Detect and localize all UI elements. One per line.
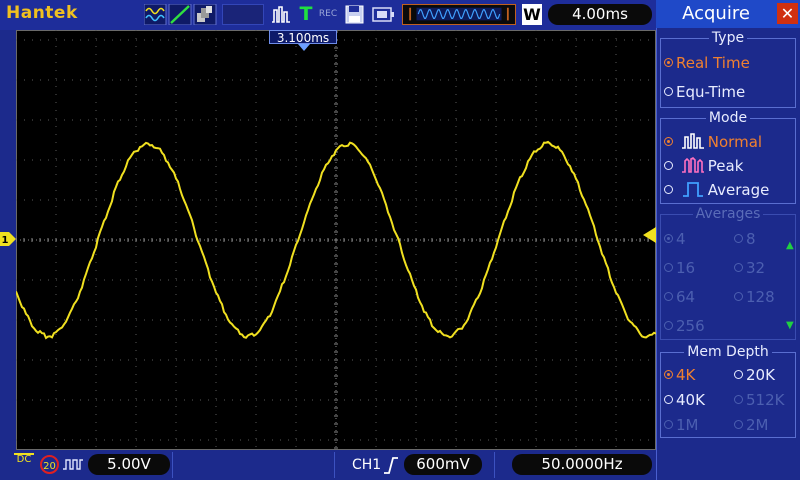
average-acq-icon — [682, 182, 703, 197]
radio-icon — [734, 263, 743, 272]
ch1-marker-label: 1 — [2, 235, 9, 246]
scroll-up-icon[interactable]: ▲ — [786, 240, 794, 251]
radio-icon — [664, 395, 673, 404]
averages-option-64[interactable]: 64 — [664, 288, 695, 306]
radio-icon — [664, 58, 673, 67]
averages-option-256[interactable]: 256 — [664, 317, 705, 335]
radio-icon — [734, 420, 743, 429]
trigger-status-icon: T — [299, 3, 313, 25]
radio-icon — [664, 234, 673, 243]
mode-option-average[interactable]: Average — [664, 180, 769, 199]
radio-icon — [664, 87, 673, 96]
scroll-down-icon[interactable]: ▼ — [786, 320, 794, 331]
trigger-position-marker-icon[interactable] — [298, 44, 310, 51]
averages-option-4[interactable]: 4 — [664, 230, 686, 248]
divider — [172, 452, 173, 478]
graticule-grid — [15, 30, 657, 450]
trigger-level-marker-icon[interactable] — [643, 227, 656, 243]
trigger-level-readout[interactable]: 600mV — [404, 454, 482, 475]
radio-icon — [664, 137, 673, 146]
record-icon[interactable]: REC — [318, 4, 338, 25]
mem-option-4k[interactable]: 4K — [664, 366, 695, 384]
normal-acq-icon — [681, 133, 704, 149]
waveform-canvas — [15, 30, 657, 450]
brand-logo: Hantek — [6, 3, 78, 23]
close-button[interactable]: ✕ — [777, 3, 798, 24]
rising-edge-icon — [384, 457, 398, 474]
mem-depth-group-title: Mem Depth — [660, 344, 796, 360]
usb-connection-icon — [372, 7, 394, 22]
averages-group-title: Averages — [660, 206, 796, 222]
bandwidth-limit-badge: 20 — [40, 455, 59, 474]
radio-icon — [734, 234, 743, 243]
save-disk-icon[interactable] — [344, 4, 366, 25]
type-option-equ-time[interactable]: Equ-Time — [664, 83, 745, 101]
waveform-display — [15, 30, 657, 450]
mem-option-2m[interactable]: 2M — [734, 416, 769, 434]
probe-pulse-icon — [63, 459, 83, 470]
timebase-readout[interactable]: 4.00ms — [548, 4, 652, 25]
divider — [334, 452, 335, 478]
trigger-position-readout[interactable]: 3.100ms — [269, 30, 337, 45]
type-option-real-time[interactable]: Real Time — [664, 54, 750, 72]
coupling-label: DC — [16, 454, 32, 465]
radio-icon — [664, 420, 673, 429]
ch1-ground-marker-icon[interactable]: 1 — [0, 232, 16, 246]
radio-icon — [734, 370, 743, 379]
radio-icon — [664, 370, 673, 379]
radio-icon — [664, 185, 673, 194]
radio-icon — [664, 321, 673, 330]
radio-icon — [664, 263, 673, 272]
mem-option-512k[interactable]: 512K — [734, 391, 784, 409]
mode-option-normal[interactable]: Normal — [664, 132, 762, 151]
radio-icon — [734, 395, 743, 404]
ch1-volts-per-div[interactable]: 5.00V — [88, 454, 170, 475]
mem-option-1m[interactable]: 1M — [664, 416, 699, 434]
panel-title: Acquire — [682, 3, 750, 24]
radio-icon — [734, 292, 743, 301]
radio-icon — [664, 161, 673, 170]
trigger-source-label: CH1 — [352, 457, 382, 473]
window-zoom-button[interactable]: W — [522, 4, 542, 25]
type-group-title: Type — [660, 30, 796, 46]
radio-icon — [664, 292, 673, 301]
divider — [494, 452, 495, 478]
averages-option-128[interactable]: 128 — [734, 288, 775, 306]
peak-acq-icon — [681, 157, 704, 173]
mode-group-title: Mode — [660, 110, 796, 126]
averages-option-32[interactable]: 32 — [734, 259, 765, 277]
frequency-readout: 50.0000Hz — [512, 454, 652, 475]
averages-option-8[interactable]: 8 — [734, 230, 756, 248]
memory-position-strip[interactable] — [402, 4, 516, 25]
mem-option-20k[interactable]: 20K — [734, 366, 775, 384]
display-mode-icons[interactable] — [144, 4, 218, 25]
mode-option-peak[interactable]: Peak — [664, 156, 743, 175]
averages-option-16[interactable]: 16 — [664, 259, 695, 277]
status-blank-box — [222, 4, 264, 25]
acquire-normal-icon[interactable] — [270, 4, 292, 25]
mem-option-40k[interactable]: 40K — [664, 391, 705, 409]
